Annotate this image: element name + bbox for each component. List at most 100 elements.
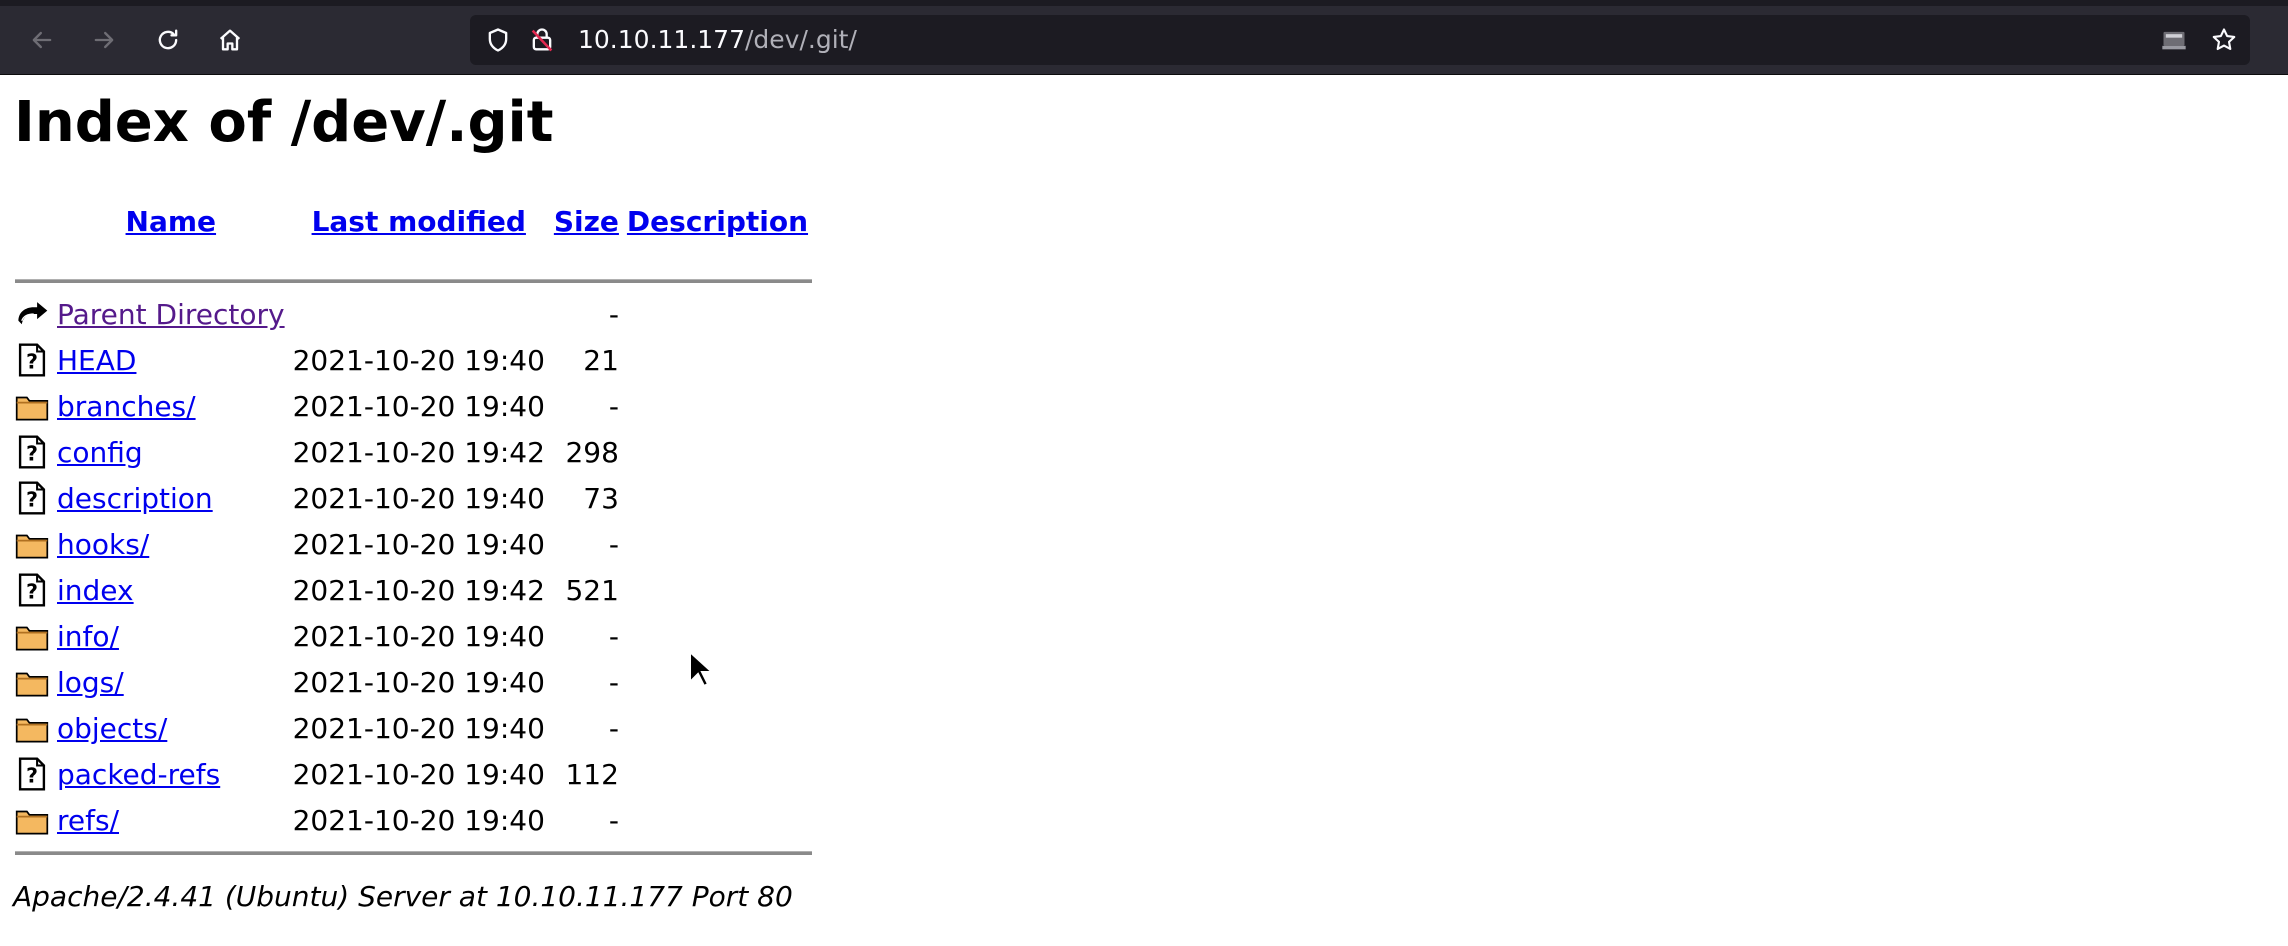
url-host: 10.10.11.177: [578, 25, 745, 54]
unknown-file-icon: ?: [15, 343, 53, 377]
last-modified-column-header[interactable]: Last modified: [289, 200, 549, 271]
entry-description: [623, 383, 812, 429]
sort-by-description-link[interactable]: Description: [627, 205, 808, 238]
entry-description: [623, 429, 812, 475]
entry-modified: 2021-10-20 19:40: [292, 619, 545, 653]
folder-icon: [15, 389, 53, 423]
table-row: ? HEAD 2021-10-20 19:40 21: [15, 337, 812, 383]
svg-text:?: ?: [26, 350, 38, 374]
listing-rows: Parent Directory -? HEAD 2021-10-20 19:40 21…: [15, 291, 812, 843]
table-row: ? packed-refs 2021-10-20 19:40 112: [15, 751, 812, 797]
parent-dir-icon: [15, 297, 53, 331]
entry-modified: 2021-10-20 19:42: [292, 435, 545, 469]
entry-link[interactable]: config: [57, 436, 143, 469]
name-column-header[interactable]: Name: [53, 200, 289, 271]
table-row: refs/2021-10-20 19:40 -: [15, 797, 812, 843]
entry-link[interactable]: info/: [57, 620, 119, 653]
folder-icon: [15, 527, 53, 561]
sort-by-size-link[interactable]: Size: [554, 205, 619, 238]
description-column-header[interactable]: Description: [623, 200, 812, 271]
entry-size: -: [608, 619, 619, 653]
entry-link[interactable]: Parent Directory: [57, 298, 285, 331]
size-column-header[interactable]: Size: [549, 200, 623, 271]
table-row: hooks/2021-10-20 19:40 -: [15, 521, 812, 567]
table-row: Parent Directory -: [15, 291, 812, 337]
bookmark-star-icon[interactable]: [2210, 26, 2238, 54]
tracking-protection-shield-icon[interactable]: [484, 26, 512, 54]
entry-modified: 2021-10-20 19:40: [292, 665, 545, 699]
entry-description: [623, 291, 812, 337]
svg-text:?: ?: [26, 580, 38, 604]
unknown-file-icon: ?: [15, 573, 53, 607]
entry-link[interactable]: logs/: [57, 666, 124, 699]
entry-modified: [289, 291, 549, 337]
server-signature: Apache/2.4.41 (Ubuntu) Server at 10.10.1…: [13, 880, 793, 913]
sort-by-name-link[interactable]: Name: [126, 205, 217, 238]
table-header-row: Name Last modified Size Description: [15, 200, 812, 271]
svg-text:?: ?: [26, 442, 38, 466]
entry-size: 521: [565, 573, 619, 607]
entry-link[interactable]: hooks/: [57, 528, 149, 561]
entry-description: [623, 797, 812, 843]
back-arrow-icon: [32, 31, 52, 49]
entry-description: [623, 337, 812, 383]
table-row: ? index 2021-10-20 19:42 521: [15, 567, 812, 613]
back-button[interactable]: [22, 20, 62, 60]
table-row: objects/2021-10-20 19:40 -: [15, 705, 812, 751]
page-title: Index of /dev/.git: [14, 90, 554, 155]
url-text[interactable]: 10.10.11.177/dev/.git/: [578, 15, 857, 65]
reload-icon: [158, 29, 178, 50]
entry-description: [623, 659, 812, 705]
reload-button[interactable]: [148, 20, 188, 60]
entry-description: [623, 567, 812, 613]
unknown-file-icon: ?: [15, 481, 53, 515]
entry-modified: 2021-10-20 19:40: [292, 711, 545, 745]
entry-link[interactable]: index: [57, 574, 134, 607]
entry-link[interactable]: branches/: [57, 390, 196, 423]
entry-modified: 2021-10-20 19:40: [292, 527, 545, 561]
entry-size: 21: [583, 343, 619, 377]
entry-modified: 2021-10-20 19:40: [292, 803, 545, 837]
header-divider: [15, 271, 813, 291]
entry-modified: 2021-10-20 19:40: [292, 481, 545, 515]
entry-modified: 2021-10-20 19:40: [292, 389, 545, 423]
address-bar[interactable]: 10.10.11.177/dev/.git/: [470, 15, 2250, 65]
forward-button[interactable]: [84, 20, 124, 60]
entry-link[interactable]: refs/: [57, 804, 119, 837]
footer-divider: [15, 843, 813, 863]
entry-size: -: [608, 665, 619, 699]
entry-size: 112: [565, 757, 619, 791]
entry-description: [623, 521, 812, 567]
directory-listing-table: Name Last modified Size Description Pare…: [15, 200, 813, 863]
sort-by-last-modified-link[interactable]: Last modified: [312, 205, 526, 238]
entry-size: -: [608, 803, 619, 837]
entry-link[interactable]: objects/: [57, 712, 167, 745]
entry-size: 298: [565, 435, 619, 469]
forward-arrow-icon: [94, 31, 114, 49]
entry-link[interactable]: packed-refs: [57, 758, 220, 791]
svg-text:?: ?: [26, 488, 38, 512]
table-row: ? description 2021-10-20 19:40 73: [15, 475, 812, 521]
svg-text:?: ?: [26, 764, 38, 788]
entry-size: -: [608, 297, 619, 331]
entry-size: -: [608, 527, 619, 561]
page-content: Index of /dev/.git Name Last modified Si…: [0, 75, 2288, 946]
folder-icon: [15, 803, 53, 837]
browser-toolbar: 10.10.11.177/dev/.git/: [0, 6, 2288, 75]
entry-size: 73: [583, 481, 619, 515]
reader-view-icon[interactable]: [2160, 26, 2188, 54]
insecure-lock-icon[interactable]: [528, 26, 556, 54]
entry-modified: 2021-10-20 19:40: [292, 757, 545, 791]
url-path: /dev/.git/: [745, 25, 857, 54]
entry-modified: 2021-10-20 19:40: [292, 343, 545, 377]
entry-link[interactable]: HEAD: [57, 344, 136, 377]
folder-icon: [15, 665, 53, 699]
mouse-cursor-icon: [689, 650, 712, 688]
entry-modified: 2021-10-20 19:42: [292, 573, 545, 607]
entry-link[interactable]: description: [57, 482, 213, 515]
folder-icon: [15, 711, 53, 745]
home-button[interactable]: [210, 20, 250, 60]
entry-description: [623, 751, 812, 797]
table-row: branches/2021-10-20 19:40 -: [15, 383, 812, 429]
unknown-file-icon: ?: [15, 757, 53, 791]
